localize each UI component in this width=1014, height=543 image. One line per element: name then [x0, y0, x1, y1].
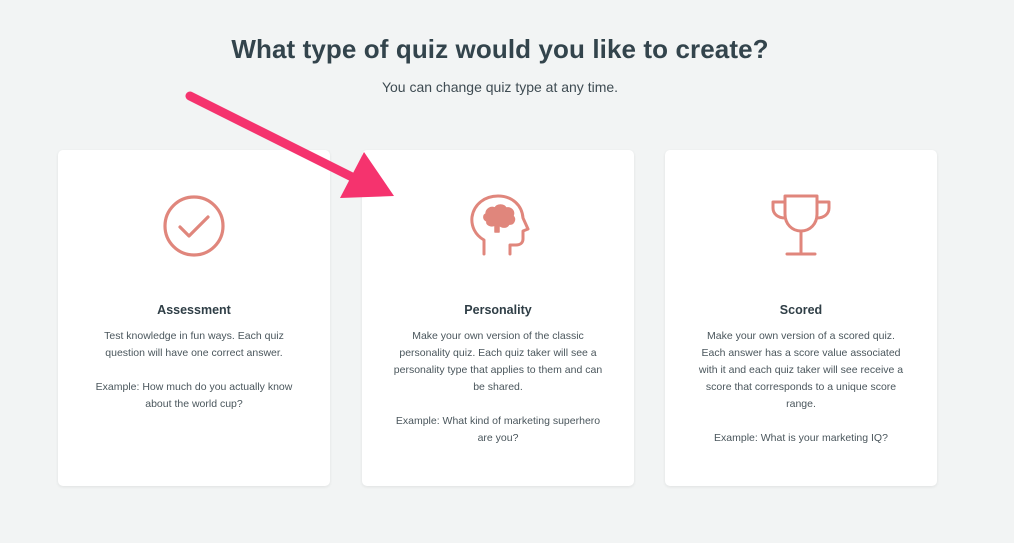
- card-description-text: Test knowledge in fun ways. Each quiz qu…: [104, 330, 284, 359]
- card-title: Personality: [464, 303, 532, 317]
- card-description-text: Make your own version of the classic per…: [393, 330, 603, 393]
- check-circle-icon: [158, 190, 230, 262]
- quiz-type-card-personality[interactable]: Personality Make your own version of the…: [362, 150, 634, 486]
- brain-head-icon: [462, 190, 534, 262]
- card-title: Assessment: [157, 303, 231, 317]
- card-description: Make your own version of the classic per…: [392, 328, 604, 464]
- card-example-text: Example: What kind of marketing superher…: [395, 415, 601, 444]
- quiz-type-card-scored[interactable]: Scored Make your own version of a scored…: [665, 150, 937, 486]
- card-title: Scored: [779, 303, 823, 317]
- page-subtitle: You can change quiz type at any time.: [381, 79, 619, 95]
- card-description: Make your own version of a scored quiz. …: [695, 328, 907, 464]
- card-example-text: Example: How much do you actually know a…: [95, 381, 293, 410]
- trophy-icon: [765, 190, 837, 262]
- page-title: What type of quiz would you like to crea…: [231, 34, 769, 64]
- card-description-text: Make your own version of a scored quiz. …: [698, 330, 904, 410]
- card-description: Test knowledge in fun ways. Each quiz qu…: [88, 328, 300, 430]
- card-example-text: Example: What is your marketing IQ?: [714, 432, 888, 444]
- quiz-type-card-assessment[interactable]: Assessment Test knowledge in fun ways. E…: [58, 150, 330, 486]
